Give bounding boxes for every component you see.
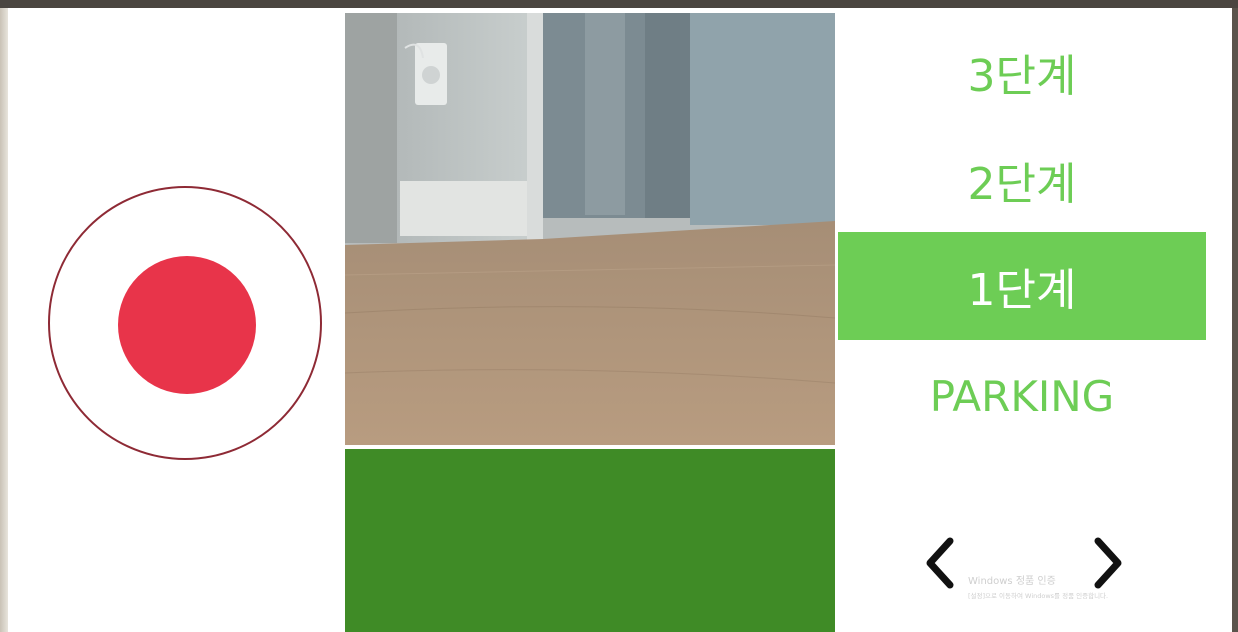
windows-activation-watermark: Windows 정품 인증 [설정]으로 이동하여 Windows를 정품 인증…	[968, 572, 1198, 600]
gear-level-3-button[interactable]: 3단계	[838, 18, 1206, 126]
chevron-left-icon[interactable]	[920, 535, 960, 591]
window-top-edge	[0, 0, 1238, 8]
gear-level-2-button[interactable]: 2단계	[838, 126, 1206, 234]
camera-feed	[345, 13, 835, 445]
camera-frame-image	[345, 13, 835, 445]
status-panel	[345, 449, 835, 632]
window-left-edge	[0, 8, 8, 632]
watermark-title: Windows 정품 인증	[968, 576, 1056, 587]
record-button[interactable]	[48, 186, 322, 460]
app-window: 3단계 2단계 1단계 PARKING Windows 정품 인증 [설정]으로…	[8, 8, 1232, 632]
gear-level-1-button[interactable]: 1단계	[838, 232, 1206, 340]
watermark-subtitle: [설정]으로 이동하여 Windows를 정품 인증합니다.	[968, 592, 1109, 600]
record-dot-icon	[118, 256, 256, 394]
gear-parking-button[interactable]: PARKING	[838, 342, 1206, 450]
window-right-edge	[1232, 8, 1238, 632]
